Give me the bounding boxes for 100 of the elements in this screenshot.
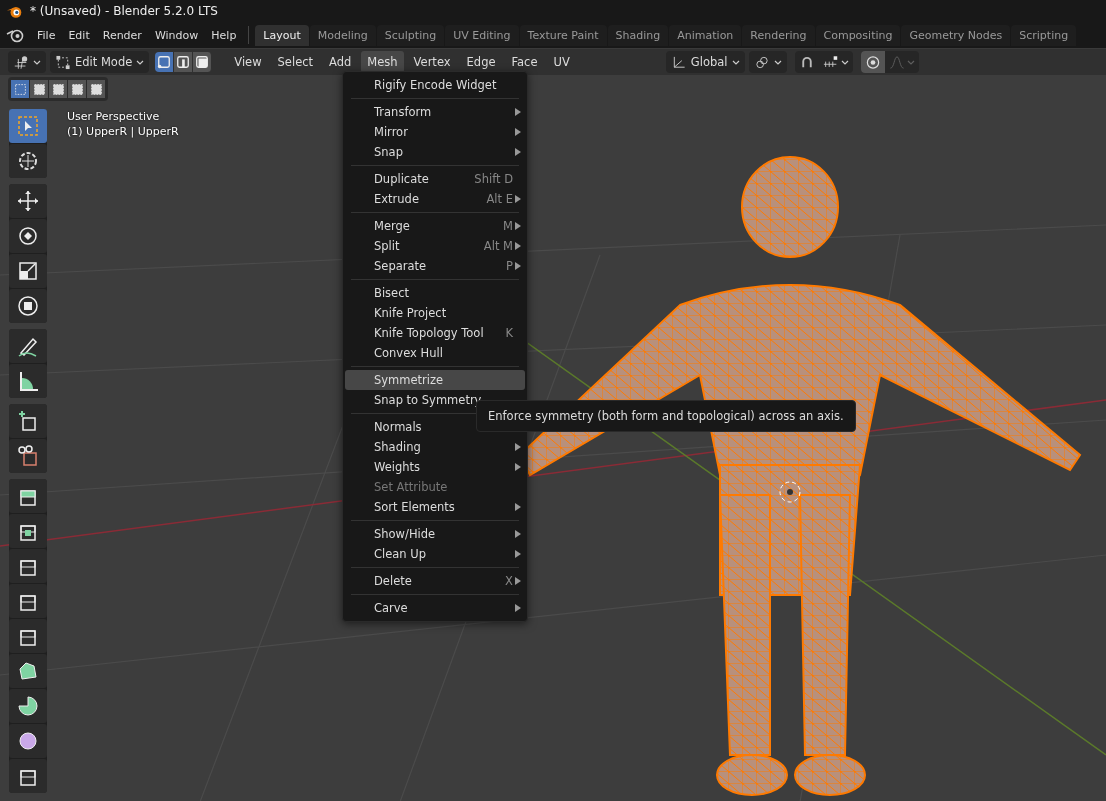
add-cube-tool-button[interactable]: [9, 404, 47, 438]
pivot-dropdown[interactable]: [748, 51, 787, 73]
submenu-arrow-icon: [515, 242, 521, 250]
view-name: User Perspective: [67, 110, 161, 123]
transform-icon: [16, 294, 40, 318]
header-menu[interactable]: Mesh: [361, 51, 404, 73]
menu-item[interactable]: Knife Project: [345, 303, 525, 323]
submenu-arrow-icon: [515, 463, 521, 471]
submenu-arrow-icon: [515, 577, 521, 585]
face-select-button[interactable]: [193, 52, 213, 72]
workspace-tab[interactable]: Scripting: [1011, 24, 1077, 46]
link-icon: [753, 54, 770, 70]
menu-item[interactable]: Split Alt M: [345, 236, 525, 256]
loopcut-tool-button[interactable]: [9, 584, 47, 618]
grid-icon: [13, 54, 29, 70]
menu-item[interactable]: Show/Hide: [345, 524, 525, 544]
header-menu[interactable]: View: [228, 51, 268, 73]
blender-logo-icon[interactable]: [6, 27, 26, 43]
submenu-arrow-icon: [515, 503, 521, 511]
window-title: * (Unsaved) - Blender 5.2.0 LTS: [30, 4, 218, 18]
selection-mode-button[interactable]: [11, 80, 29, 98]
scale-icon: [16, 259, 40, 283]
vertex-select-button[interactable]: [155, 52, 175, 72]
menu-item[interactable]: Merge M: [345, 216, 525, 236]
rotate-tool-button[interactable]: [9, 219, 47, 253]
header-menu[interactable]: UV: [547, 51, 576, 73]
header-menu[interactable]: Edge: [460, 51, 502, 73]
workspace-tab[interactable]: UV Editing: [445, 24, 519, 46]
workspace-tab[interactable]: Sculpting: [376, 24, 445, 46]
menu-item[interactable]: Carve: [345, 598, 525, 618]
menu-item[interactable]: Edit: [62, 25, 96, 45]
submenu-arrow-icon: [515, 604, 521, 612]
workspace-tab[interactable]: Modeling: [309, 24, 376, 46]
orientation-dropdown[interactable]: Global: [665, 51, 745, 73]
menu-item[interactable]: Weights: [345, 457, 525, 477]
header-menu[interactable]: Face: [505, 51, 544, 73]
move-tool-button[interactable]: [9, 184, 47, 218]
menu-item[interactable]: Sort Elements: [345, 497, 525, 517]
workspace-tab[interactable]: Animation: [669, 24, 742, 46]
submenu-arrow-icon: [515, 443, 521, 451]
menu-item[interactable]: Delete X: [345, 571, 525, 591]
menu-item[interactable]: Rigify Encode Widget: [345, 75, 525, 95]
workspace-tab[interactable]: Rendering: [742, 24, 815, 46]
menu-item[interactable]: File: [31, 25, 62, 45]
chevron-icon: [33, 59, 41, 65]
chevron-icon: [136, 59, 145, 65]
measure-tool-button[interactable]: [9, 364, 47, 398]
menu-item[interactable]: Extrude Alt E: [345, 189, 525, 209]
submenu-arrow-icon: [515, 148, 521, 156]
curve-icon: [888, 54, 905, 70]
transform-tool-button[interactable]: [9, 289, 47, 323]
cursor-tool-button[interactable]: [9, 144, 47, 178]
menu-item[interactable]: Shading: [345, 437, 525, 457]
menu-item[interactable]: Symmetrize: [345, 370, 525, 390]
editor-type-button[interactable]: [8, 51, 46, 73]
menu-item[interactable]: Render: [96, 25, 148, 45]
workspace-tab[interactable]: Shading: [607, 24, 669, 46]
spin-tool-button[interactable]: [9, 689, 47, 723]
menu-item[interactable]: Mirror: [345, 122, 525, 142]
bevel-tool-button[interactable]: [9, 549, 47, 583]
submenu-arrow-icon: [515, 262, 521, 270]
knife-tool-button[interactable]: [9, 619, 47, 653]
submenu-arrow-icon: [515, 222, 521, 230]
chevron-icon: [906, 59, 915, 65]
menu-item[interactable]: Separate P: [345, 256, 525, 276]
proportional-edit-toggle[interactable]: [860, 51, 885, 73]
header-menu[interactable]: Select: [271, 51, 320, 73]
menu-item[interactable]: Help: [205, 25, 243, 45]
header-menu[interactable]: Vertex: [407, 51, 457, 73]
menu-item[interactable]: Snap: [345, 142, 525, 162]
menu-item[interactable]: Knife Topology Tool K: [345, 323, 525, 343]
menu-item[interactable]: Duplicate Shift D: [345, 169, 525, 189]
increment-icon: [822, 54, 839, 70]
shear-tool-button[interactable]: [9, 759, 47, 793]
workspace-tab[interactable]: Geometry Nodes: [901, 24, 1011, 46]
menu-item[interactable]: Convex Hull: [345, 343, 525, 363]
selection-mode-button[interactable]: [87, 80, 105, 98]
edge-select-button[interactable]: [174, 52, 194, 72]
header-menu[interactable]: Add: [323, 51, 358, 73]
selection-mode-button[interactable]: [49, 80, 67, 98]
selection-mode-button[interactable]: [68, 80, 86, 98]
workspace-tab[interactable]: Layout: [255, 24, 309, 46]
annotate-tool-button[interactable]: [9, 329, 47, 363]
menu-item[interactable]: Window: [148, 25, 205, 45]
menu-item[interactable]: Clean Up: [345, 544, 525, 564]
inset-tool-button[interactable]: [9, 514, 47, 548]
cut-cube-tool-button[interactable]: [9, 439, 47, 473]
menu-item[interactable]: Bisect: [345, 283, 525, 303]
cursor-icon: [16, 149, 40, 173]
mode-dropdown[interactable]: Edit Mode: [50, 51, 150, 73]
object-info: (1) UpperR | UpperR: [67, 125, 179, 138]
polybuild-tool-button[interactable]: [9, 654, 47, 688]
workspace-tab[interactable]: Texture Paint: [519, 24, 607, 46]
select-icon: [16, 114, 40, 138]
menu-item[interactable]: Transform: [345, 102, 525, 122]
smooth-tool-button[interactable]: [9, 724, 47, 758]
scale-tool-button[interactable]: [9, 254, 47, 288]
workspace-tab[interactable]: Compositing: [815, 24, 901, 46]
extrude-tool-button[interactable]: [9, 479, 47, 513]
selection-mode-button[interactable]: [30, 80, 48, 98]
